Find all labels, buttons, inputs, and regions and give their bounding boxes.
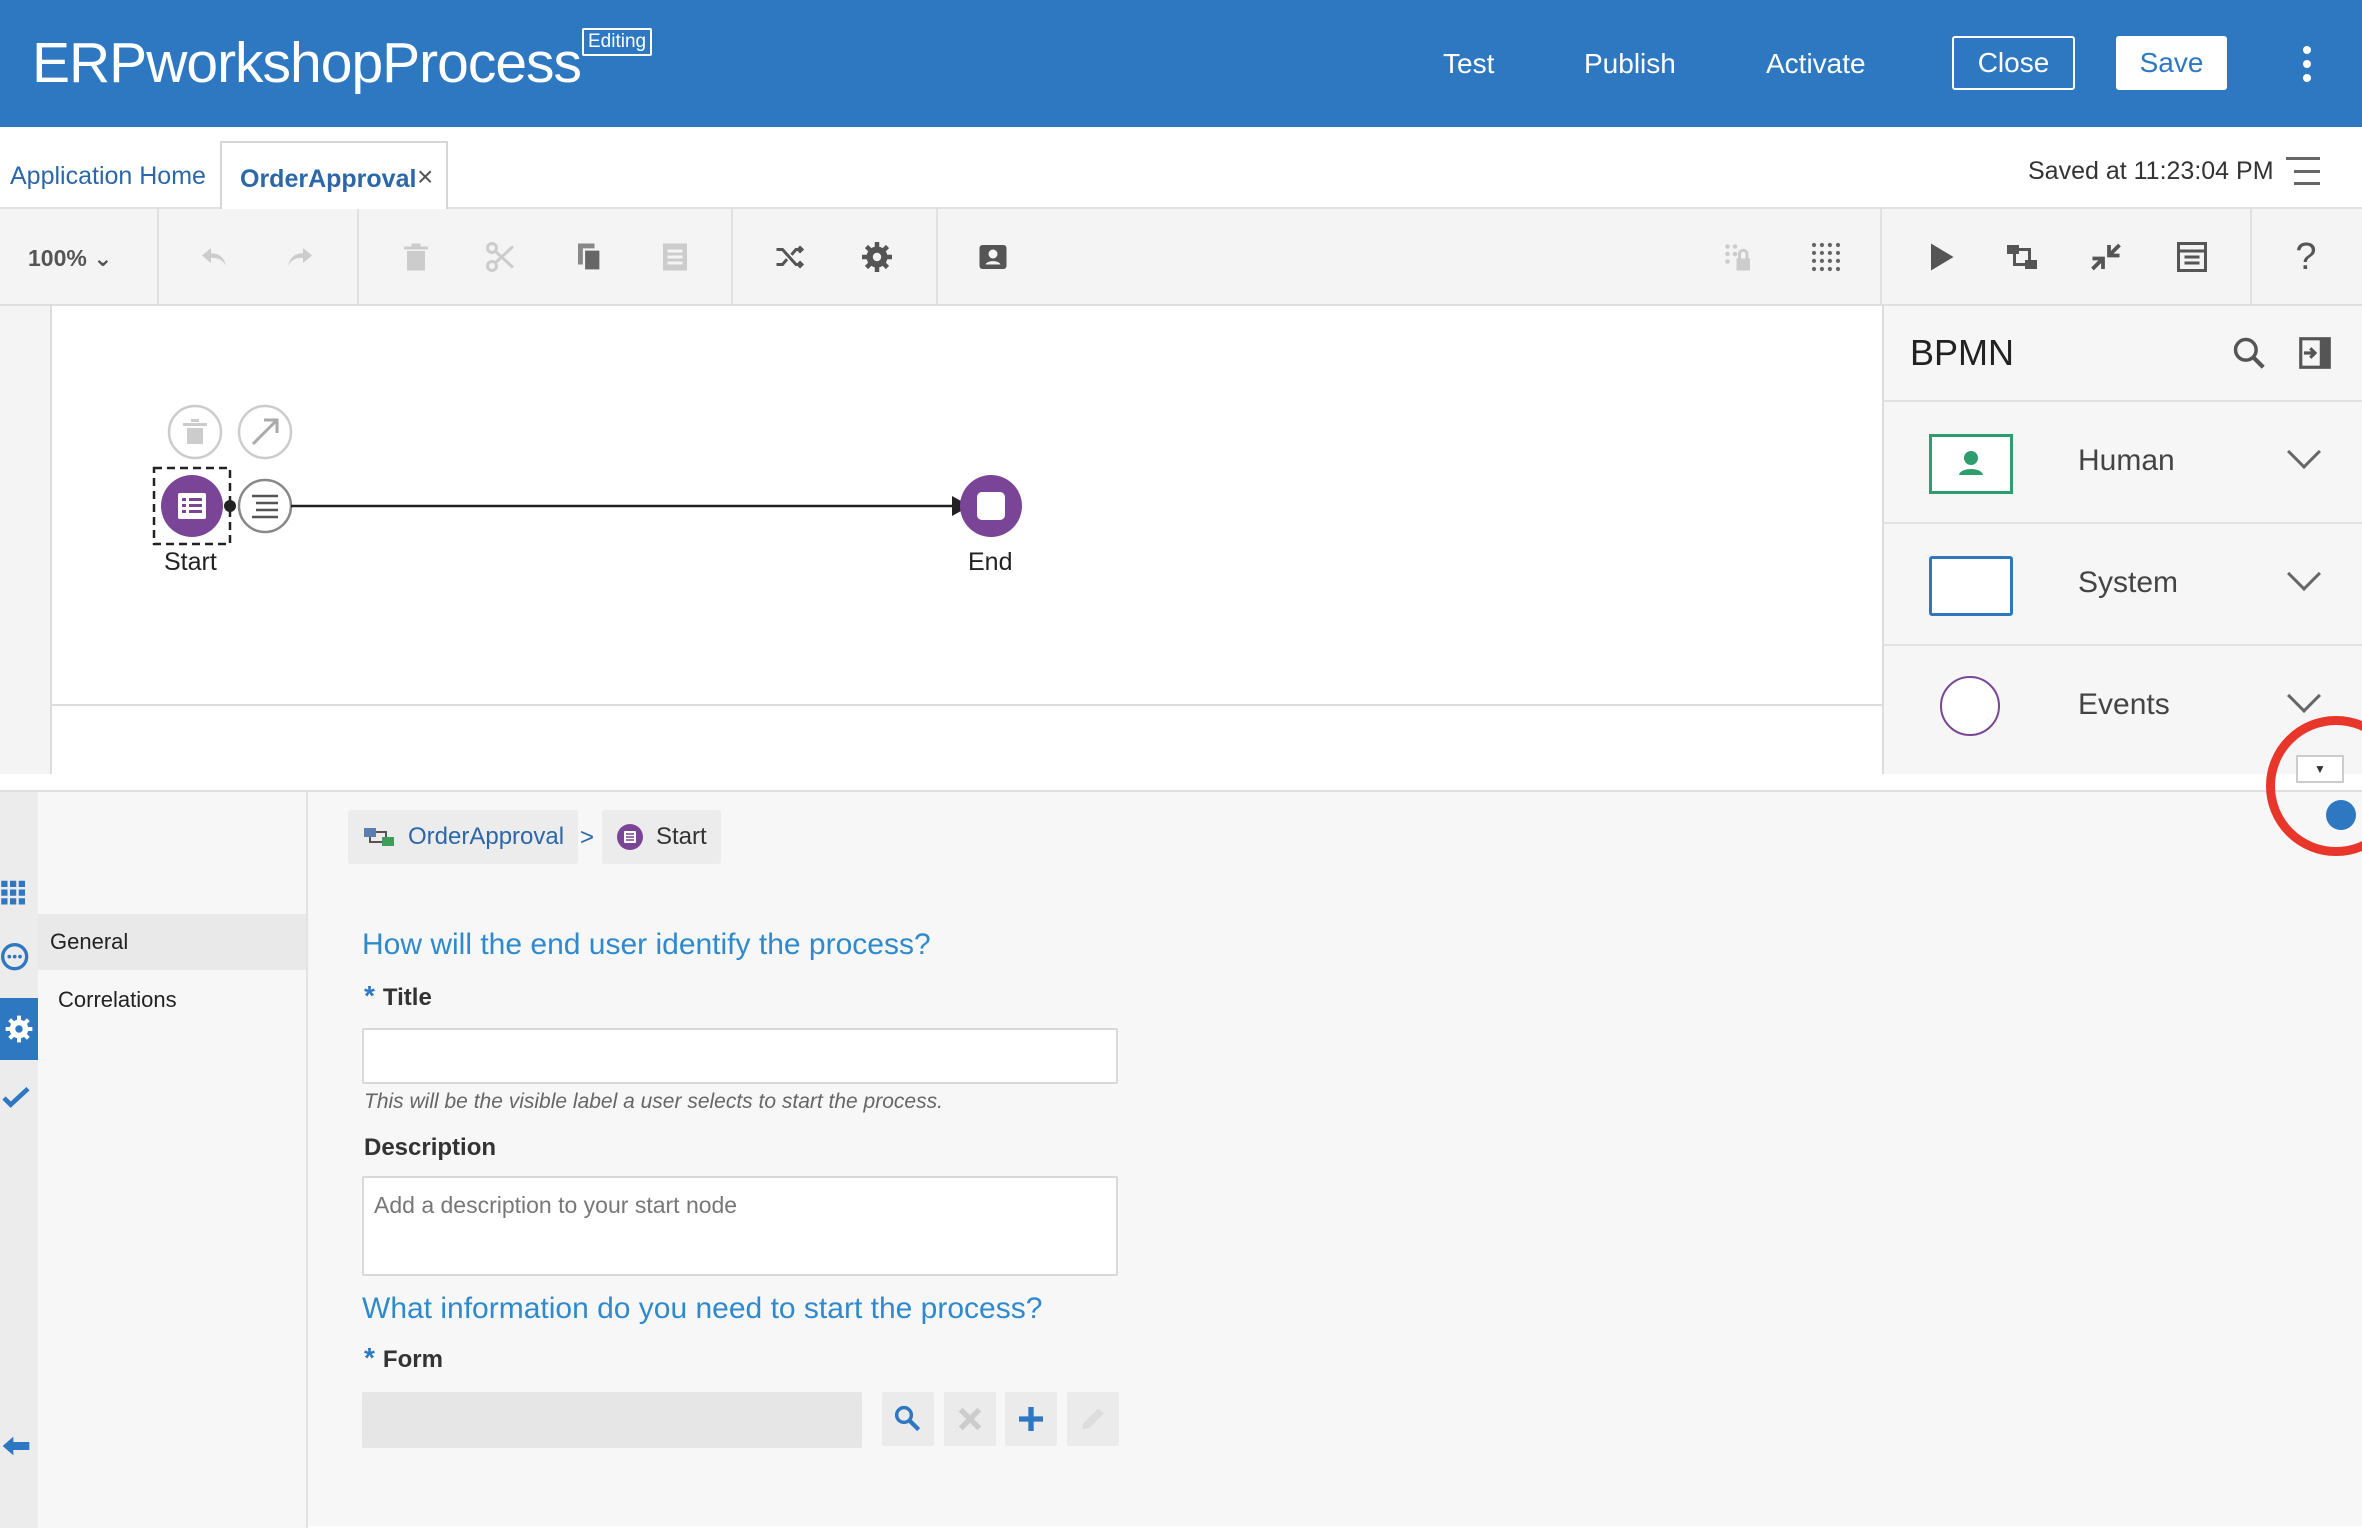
title-label-text: Title [382, 984, 432, 1011]
list-menu-icon[interactable] [2286, 157, 2320, 185]
delete-icon[interactable] [396, 237, 436, 277]
process-canvas[interactable]: Start End [52, 306, 1882, 706]
zoom-select[interactable]: 100% ⌄ [28, 245, 113, 272]
paste-icon[interactable] [655, 237, 695, 277]
breadcrumb-separator: > [580, 824, 595, 851]
delete-node-icon[interactable] [167, 404, 223, 460]
clear-icon[interactable] [944, 1392, 996, 1446]
add-icon[interactable] [1005, 1392, 1057, 1446]
description-textarea[interactable]: Add a description to your start node [362, 1176, 1118, 1276]
editor-toolbar: 100% ⌄ ? [0, 209, 2362, 306]
save-button[interactable]: Save [2116, 36, 2227, 90]
chevron-down-icon[interactable] [2287, 435, 2321, 469]
event-circle-icon [1940, 676, 2000, 736]
breadcrumb-node-label: Start [656, 823, 707, 850]
undo-icon[interactable] [194, 237, 234, 277]
nav-correlations[interactable]: Correlations [38, 972, 306, 1028]
lock-grid-icon[interactable] [1718, 237, 1758, 277]
settings-tab-icon[interactable] [0, 998, 38, 1060]
properties-list-icon[interactable] [237, 478, 293, 534]
cut-icon[interactable] [481, 237, 521, 277]
search-icon[interactable] [2230, 334, 2268, 377]
close-button[interactable]: Close [1952, 36, 2075, 90]
chevron-down-icon[interactable] [2287, 557, 2321, 591]
zoom-value: 100% [28, 245, 87, 271]
form-label-text: Form [382, 1346, 443, 1373]
grid-icon[interactable] [1806, 237, 1846, 277]
end-node[interactable] [960, 475, 1022, 537]
report-icon[interactable] [2172, 237, 2212, 277]
close-tab-icon[interactable]: × [417, 161, 433, 193]
connect-arrow-icon[interactable] [237, 404, 293, 460]
connect-icon[interactable] [2002, 237, 2042, 277]
start-node-icon [617, 824, 643, 850]
chat-icon[interactable] [0, 942, 32, 979]
copy-icon[interactable] [570, 237, 610, 277]
tab-bar: Application Home OrderApproval × Saved a… [0, 127, 2362, 211]
palette-label-human: Human [2078, 444, 2175, 477]
publish-link[interactable]: Publish [1584, 48, 1676, 80]
identify-heading: How will the end user identify the proce… [362, 928, 931, 961]
properties-panel: General Correlations OrderApproval > Sta… [0, 790, 2362, 1528]
nav-general[interactable]: General [38, 914, 306, 970]
palette-label-system: System [2078, 566, 2179, 599]
title-hint: This will be the visible label a user se… [364, 1090, 943, 1113]
human-task-icon [1929, 434, 2013, 494]
form-label: * Form [364, 1342, 443, 1374]
editing-badge: Editing [582, 28, 653, 56]
bpmn-palette: BPMN Human System Events [1882, 306, 2362, 774]
redo-icon[interactable] [280, 237, 320, 277]
app-header: ERPworkshopProcess Editing Test Publish … [0, 0, 2362, 127]
tab-application-home[interactable]: Application Home [10, 162, 206, 191]
canvas-lower-lane [52, 706, 1882, 774]
system-task-icon [1929, 556, 2013, 616]
app-title: ERPworkshopProcess [32, 31, 582, 95]
description-placeholder: Add a description to your start node [374, 1192, 738, 1218]
required-mark: * [364, 980, 375, 1011]
search-icon[interactable] [882, 1392, 934, 1446]
process-icon [364, 828, 394, 846]
run-icon[interactable] [1920, 237, 1960, 277]
contact-card-icon[interactable] [973, 237, 1013, 277]
activate-link[interactable]: Activate [1766, 48, 1866, 80]
palette-section-human[interactable]: Human [1884, 400, 2362, 522]
kebab-menu-icon[interactable] [2302, 46, 2312, 82]
palette-title: BPMN [1910, 332, 2015, 373]
canvas-left-ruler [0, 306, 52, 774]
required-mark: * [364, 1342, 375, 1373]
breadcrumb-process-label: OrderApproval [408, 823, 565, 850]
end-node-label: End [968, 548, 1013, 576]
grid-view-icon[interactable] [0, 877, 30, 912]
start-info-heading: What information do you need to start th… [362, 1292, 1043, 1325]
properties-icon-rail [0, 792, 38, 1528]
description-label: Description [364, 1134, 497, 1161]
collapse-panel-icon[interactable] [2296, 334, 2334, 377]
diagram-svg [152, 404, 1022, 546]
form-select-box[interactable] [362, 1392, 862, 1448]
settings-icon[interactable] [857, 237, 897, 277]
palette-label-events: Events [2078, 688, 2170, 721]
breadcrumb-node[interactable]: Start [602, 810, 721, 864]
title-input[interactable] [362, 1028, 1118, 1084]
tab-label: OrderApproval [240, 165, 417, 193]
back-arrow-icon[interactable] [0, 1432, 32, 1465]
properties-nav: General Correlations [38, 792, 308, 1528]
saved-status: Saved at 11:23:04 PM [2028, 157, 2274, 185]
collapse-icon[interactable] [2086, 237, 2126, 277]
test-link[interactable]: Test [1443, 48, 1494, 80]
title-label: * Title [364, 980, 432, 1012]
start-node[interactable] [161, 475, 223, 537]
palette-section-system[interactable]: System [1884, 522, 2362, 644]
chevron-down-icon[interactable] [2287, 679, 2321, 713]
edit-icon[interactable] [1067, 1392, 1119, 1446]
tab-order-approval[interactable]: OrderApproval × [220, 141, 448, 211]
help-icon[interactable]: ? [2286, 236, 2326, 278]
shuffle-icon[interactable] [770, 237, 810, 277]
checkmark-icon[interactable] [0, 1082, 32, 1119]
start-node-label: Start [164, 548, 217, 576]
breadcrumb-process[interactable]: OrderApproval [348, 810, 579, 864]
